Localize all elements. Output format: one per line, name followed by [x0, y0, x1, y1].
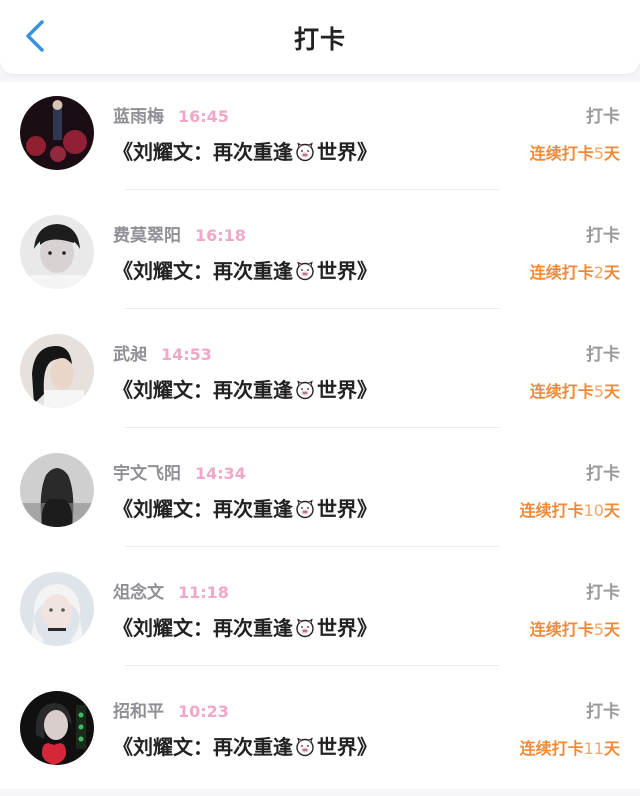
user-name: 宇文飞阳: [113, 464, 181, 484]
streak-badge: 连续打卡11天: [519, 739, 620, 758]
book-title[interactable]: 《刘耀文：再次重逢 世界》: [113, 374, 377, 403]
pig-face-icon: [296, 380, 314, 400]
checkin-type: 打卡: [586, 107, 620, 127]
streak-badge: 连续打卡5天: [529, 620, 620, 639]
checkin-time: 11:18: [178, 583, 229, 602]
checkin-item[interactable]: 武昶 14:53 《刘耀文：再次重逢 世界》 打卡 连续打卡5天: [0, 320, 640, 439]
avatar[interactable]: [20, 215, 94, 289]
pig-face-icon: [296, 499, 314, 519]
book-title[interactable]: 《刘耀文：再次重逢 世界》: [113, 255, 377, 284]
checkin-item[interactable]: 蓝雨梅 16:45 《刘耀文：再次重逢 世界》 打卡 连续打卡5天: [0, 82, 640, 201]
pig-face-icon: [296, 737, 314, 757]
checkin-type: 打卡: [586, 345, 620, 365]
checkin-type: 打卡: [586, 702, 620, 722]
user-name: 俎念文: [113, 583, 164, 603]
book-title[interactable]: 《刘耀文：再次重逢 世界》: [113, 612, 377, 641]
checkin-list: 蓝雨梅 16:45 《刘耀文：再次重逢 世界》 打卡 连续打卡5天 费莫翠阳 16:1…: [0, 82, 640, 789]
checkin-item[interactable]: 招和平 10:23 《刘耀文：再次重逢 世界》 打卡 连续打卡11天: [0, 677, 640, 796]
checkin-time: 10:23: [178, 702, 229, 721]
pig-face-icon: [296, 142, 314, 162]
divider: [125, 427, 500, 428]
checkin-type: 打卡: [586, 464, 620, 484]
avatar[interactable]: [20, 453, 94, 527]
book-title[interactable]: 《刘耀文：再次重逢 世界》: [113, 136, 377, 165]
pig-face-icon: [296, 261, 314, 281]
avatar[interactable]: [20, 572, 94, 646]
book-title[interactable]: 《刘耀文：再次重逢 世界》: [113, 493, 377, 522]
user-name: 蓝雨梅: [113, 107, 164, 127]
checkin-time: 16:45: [178, 107, 229, 126]
checkin-item[interactable]: 俎念文 11:18 《刘耀文：再次重逢 世界》 打卡 连续打卡5天: [0, 558, 640, 677]
streak-badge: 连续打卡2天: [529, 263, 620, 282]
divider: [125, 665, 500, 666]
page-title: 打卡: [293, 25, 346, 54]
avatar[interactable]: [20, 334, 94, 408]
book-title[interactable]: 《刘耀文：再次重逢 世界》: [113, 731, 377, 760]
user-name: 费莫翠阳: [113, 226, 181, 246]
user-name: 招和平: [113, 702, 164, 722]
divider: [125, 189, 500, 190]
streak-badge: 连续打卡10天: [519, 501, 620, 520]
streak-badge: 连续打卡5天: [529, 144, 620, 163]
checkin-time: 14:34: [195, 464, 246, 483]
pig-face-icon: [296, 618, 314, 638]
avatar[interactable]: [20, 96, 94, 170]
divider: [125, 308, 500, 309]
checkin-type: 打卡: [586, 226, 620, 246]
checkin-item[interactable]: 宇文飞阳 14:34 《刘耀文：再次重逢 世界》 打卡 连续打卡10天: [0, 439, 640, 558]
checkin-type: 打卡: [586, 583, 620, 603]
user-name: 武昶: [113, 345, 147, 365]
nav-header: 打卡: [0, 0, 640, 74]
checkin-item[interactable]: 费莫翠阳 16:18 《刘耀文：再次重逢 世界》 打卡 连续打卡2天: [0, 201, 640, 320]
divider: [125, 546, 500, 547]
checkin-time: 14:53: [161, 345, 212, 364]
checkin-time: 16:18: [195, 226, 246, 245]
avatar[interactable]: [20, 691, 94, 765]
streak-badge: 连续打卡5天: [529, 382, 620, 401]
